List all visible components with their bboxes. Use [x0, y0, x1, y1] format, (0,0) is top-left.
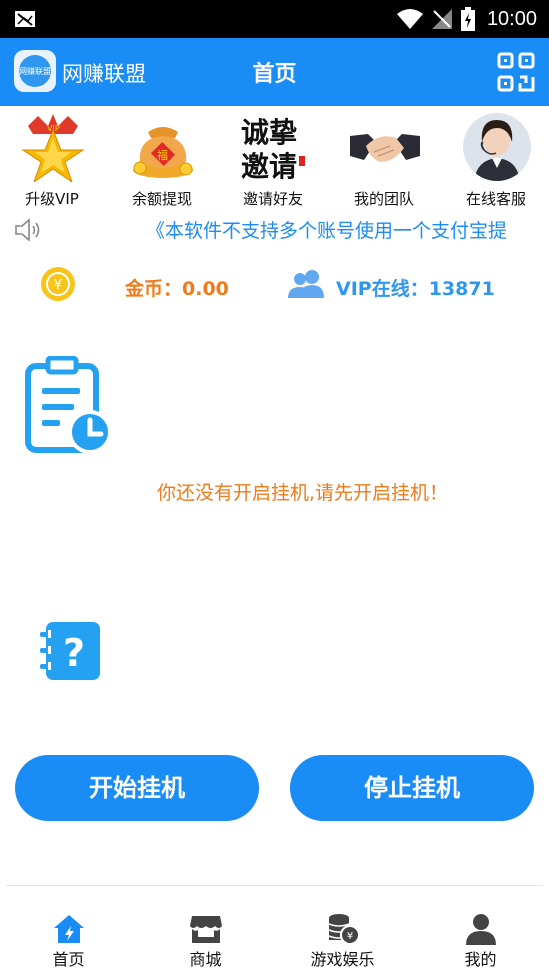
- home-icon: [53, 915, 84, 943]
- coin-icon: ¥: [41, 267, 75, 301]
- feature-withdraw[interactable]: 福 余额提现: [112, 108, 212, 214]
- vip-online-count: VIP在线：13871: [336, 278, 495, 300]
- feature-invite-friends[interactable]: 诚挚 邀请 邀请好友: [223, 108, 323, 214]
- app-name: 网赚联盟: [62, 62, 146, 86]
- help-notebook-icon[interactable]: ?: [38, 620, 104, 682]
- feature-label: 邀请好友: [242, 190, 303, 208]
- feature-label: 升级VIP: [25, 190, 79, 208]
- app-logo: 网赚联盟: [14, 50, 56, 92]
- status-bar: 10:00: [0, 0, 549, 38]
- nav-item-shop[interactable]: 商城: [137, 886, 274, 976]
- nav-label: 我的: [464, 950, 497, 969]
- clipboard-clock-icon: [25, 356, 112, 454]
- coin-symbol: ¥: [54, 278, 62, 293]
- invite-art-line-2: 邀请: [241, 150, 297, 182]
- stats-row: ¥ 金币：0.00 VIP在线：13871: [0, 258, 549, 314]
- status-time: 10:00: [486, 7, 537, 30]
- nav-label: 首页: [52, 950, 85, 969]
- support-agent-icon: [463, 113, 531, 181]
- handshake-icon: [350, 134, 420, 162]
- battery-icon: [460, 7, 475, 31]
- notice-marquee: 《本软件不支持多个账号使用一个支付宝提: [146, 220, 508, 242]
- profile-icon: [465, 914, 496, 945]
- invite-art-line-1: 诚挚: [241, 116, 297, 149]
- nav-label: 商城: [189, 950, 222, 969]
- coin-balance: 金币：0.00: [125, 278, 229, 300]
- feature-row: VIP 升级VIP 福 余额提现 诚挚 邀请 邀请好友 我的团队 在线客服: [0, 108, 549, 214]
- qr-code-icon[interactable]: [497, 52, 535, 92]
- users-icon: [288, 270, 324, 298]
- vip-crown-icon: VIP: [21, 114, 85, 182]
- stop-hangup-button[interactable]: 停止挂机: [290, 755, 534, 821]
- bottom-nav: 首页 商城 ¥ 游戏娱乐 我的: [0, 886, 549, 976]
- notification-icon: [15, 11, 35, 27]
- nav-item-games[interactable]: ¥ 游戏娱乐: [274, 886, 411, 976]
- feature-label: 余额提现: [131, 190, 192, 208]
- svg-text:福: 福: [157, 148, 168, 162]
- feature-label: 我的团队: [353, 190, 414, 208]
- shop-icon: [189, 916, 222, 943]
- nav-item-home[interactable]: 首页: [0, 886, 137, 976]
- signal-icon: [431, 9, 452, 29]
- feature-customer-service[interactable]: 在线客服: [446, 108, 546, 214]
- help-symbol: ?: [63, 631, 85, 675]
- nav-item-profile[interactable]: 我的: [412, 886, 549, 976]
- notice-bar: 《本软件不支持多个账号使用一个支付宝提: [0, 214, 549, 244]
- feature-my-team[interactable]: 我的团队: [334, 108, 434, 214]
- game-coins-icon: ¥: [328, 914, 360, 945]
- money-bag-icon: 福: [133, 127, 193, 178]
- feature-upgrade-vip[interactable]: VIP 升级VIP: [2, 108, 102, 214]
- wifi-icon: [396, 9, 423, 29]
- app-logo-text: 网赚联盟: [19, 55, 51, 87]
- nav-label: 游戏娱乐: [310, 950, 375, 969]
- feature-label: 在线客服: [465, 190, 526, 208]
- start-hangup-button[interactable]: 开始挂机: [15, 755, 259, 821]
- app-header: 网赚联盟 网赚联盟 首页: [0, 38, 549, 106]
- invite-calligraphy-icon: 诚挚 邀请: [241, 116, 305, 182]
- speaker-icon: [15, 218, 40, 242]
- empty-state-message: 你还没有开启挂机,请先开启挂机！: [157, 482, 449, 504]
- svg-text:¥: ¥: [346, 931, 352, 942]
